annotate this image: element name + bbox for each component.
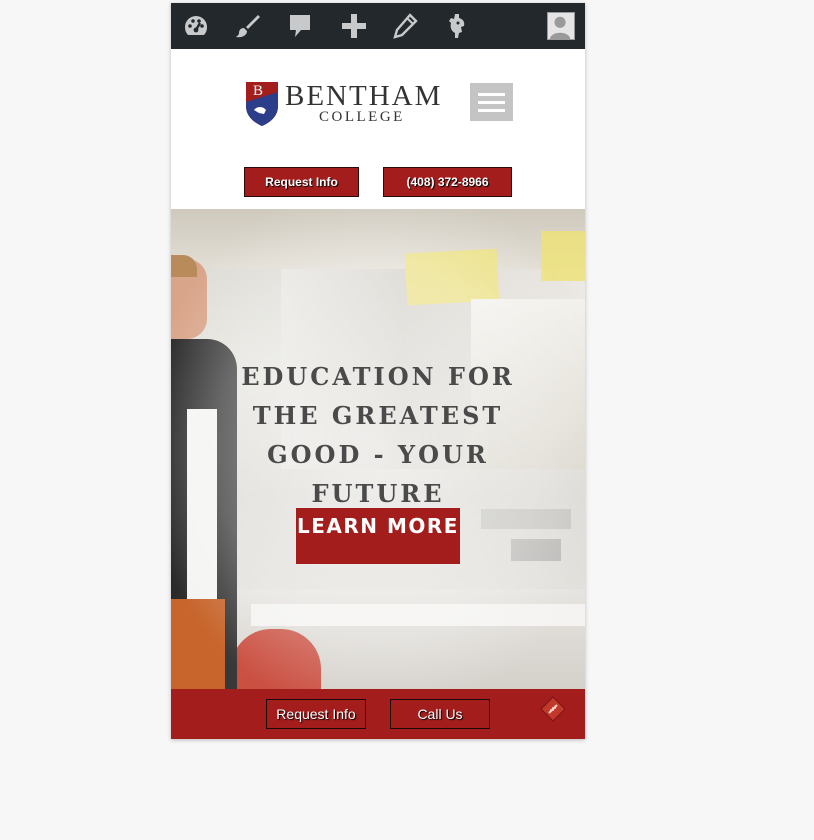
footer-cta-bar: Request Info Call Us — [171, 689, 585, 739]
call-us-button[interactable]: Call Us — [390, 699, 490, 729]
learn-more-button[interactable]: LEARN MORE — [296, 508, 460, 564]
comments-icon[interactable] — [283, 10, 317, 42]
user-avatar-icon[interactable] — [547, 12, 575, 40]
customize-brush-icon[interactable] — [231, 10, 265, 42]
plugin-icon[interactable] — [440, 10, 474, 42]
footer-request-info-button[interactable]: Request Info — [266, 699, 366, 729]
dashboard-icon[interactable] — [179, 10, 213, 42]
new-plus-icon[interactable] — [337, 10, 371, 42]
edit-pencil-icon[interactable] — [388, 10, 422, 42]
site-header: B BENTHAM COLLEGE Request Info (408) 372… — [171, 49, 585, 209]
hamburger-menu-icon[interactable] — [470, 83, 513, 121]
feather-icon[interactable] — [540, 696, 566, 722]
logo-subtitle: COLLEGE — [319, 109, 405, 125]
hero-banner: EDUCATION FOR THE GREATEST GOOD - YOUR F… — [171, 209, 585, 689]
hero-headline: EDUCATION FOR THE GREATEST GOOD - YOUR F… — [241, 362, 515, 508]
phone-button[interactable]: (408) 372-8966 — [383, 167, 512, 197]
college-logo[interactable]: B BENTHAM COLLEGE — [245, 80, 447, 128]
mobile-viewport: B BENTHAM COLLEGE Request Info (408) 372… — [171, 3, 585, 739]
request-info-button[interactable]: Request Info — [244, 167, 359, 197]
logo-name: BENTHAM — [285, 80, 443, 112]
admin-toolbar — [171, 3, 585, 49]
logo-mark-letter: B — [253, 83, 264, 99]
